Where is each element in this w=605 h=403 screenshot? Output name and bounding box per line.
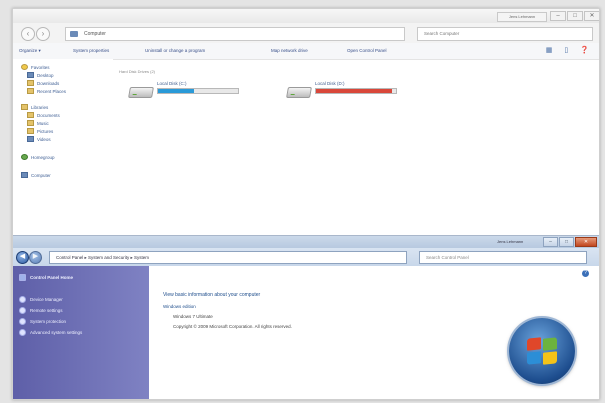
nav-documents[interactable]: Documents bbox=[27, 112, 60, 118]
map-network-drive-button[interactable]: Map network drive bbox=[271, 43, 308, 59]
system-main-panel: ? View basic information about your comp… bbox=[149, 266, 599, 399]
back-button[interactable]: ◀ bbox=[16, 251, 29, 264]
drive-label: Local Disk (D:) bbox=[315, 81, 345, 86]
star-icon bbox=[21, 64, 28, 70]
address-input[interactable]: Computer ↻ bbox=[65, 27, 444, 41]
forward-button[interactable]: › bbox=[36, 27, 50, 41]
system-address-bar: ◀ ▶ Control Panel ▸ System and Security … bbox=[13, 248, 599, 266]
drives-group-header: Hard Disk Drives (2) bbox=[119, 69, 156, 74]
homegroup-icon bbox=[21, 154, 28, 160]
videos-icon bbox=[27, 136, 34, 142]
shield-icon bbox=[19, 318, 26, 325]
control-panel-home-link[interactable]: Control Panel Home bbox=[19, 274, 73, 281]
edition-header: Windows edition bbox=[163, 304, 196, 309]
drive-usage-fill bbox=[158, 89, 194, 93]
shield-icon bbox=[19, 307, 26, 314]
drive-usage-fill bbox=[316, 89, 392, 93]
nav-recent-places[interactable]: Recent Places bbox=[27, 88, 66, 94]
drive-c[interactable]: Local Disk (C:) bbox=[128, 81, 249, 103]
documents-icon bbox=[27, 112, 34, 118]
open-control-panel-button[interactable]: Open Control Panel bbox=[347, 43, 387, 59]
organize-menu[interactable]: Organize ▾ bbox=[19, 43, 41, 59]
user-button[interactable]: Jens Lehmann bbox=[497, 238, 523, 245]
user-button[interactable]: Jens Lehmann bbox=[497, 12, 547, 22]
system-window-titlebar: Jens Lehmann – □ ✕ bbox=[13, 236, 599, 248]
preview-pane-icon[interactable]: ▯ bbox=[564, 46, 568, 54]
shield-icon bbox=[19, 329, 26, 336]
system-window: Jens Lehmann – □ ✕ ◀ ▶ Control Panel ▸ S… bbox=[13, 235, 599, 399]
view-options-icon[interactable]: ▦ bbox=[546, 46, 553, 54]
computer-address-bar: ‹ › Computer ↻ Search Computer bbox=[13, 23, 599, 43]
hard-drive-icon bbox=[286, 87, 312, 98]
close-button[interactable]: ✕ bbox=[575, 237, 597, 247]
device-manager-link[interactable]: Device Manager bbox=[19, 296, 63, 303]
shield-icon bbox=[19, 296, 26, 303]
recent-places-icon bbox=[27, 88, 34, 94]
search-input[interactable]: Search Computer bbox=[417, 27, 593, 41]
music-icon bbox=[27, 120, 34, 126]
hard-drive-icon bbox=[128, 87, 154, 98]
nav-downloads[interactable]: Downloads bbox=[27, 80, 59, 86]
page-heading: View basic information about your comput… bbox=[163, 292, 261, 298]
search-placeholder: Search Control Panel bbox=[426, 255, 469, 260]
desktop-icon bbox=[27, 72, 34, 78]
address-text: Computer bbox=[84, 31, 106, 37]
nav-music[interactable]: Music bbox=[27, 120, 49, 126]
forward-button[interactable]: ▶ bbox=[29, 251, 42, 264]
control-panel-icon bbox=[19, 274, 26, 281]
computer-icon bbox=[21, 172, 28, 178]
screenshot-frame: Jens Lehmann – □ ✕ ‹ › Computer ↻ Search… bbox=[12, 8, 600, 400]
nav-favorites[interactable]: Favorites bbox=[21, 64, 50, 70]
help-icon[interactable]: ❓ bbox=[580, 46, 589, 54]
maximize-button[interactable]: □ bbox=[567, 11, 583, 21]
nav-libraries[interactable]: Libraries bbox=[21, 104, 48, 110]
navigation-pane: Favorites Desktop Downloads Recent Place… bbox=[13, 59, 113, 235]
drive-d[interactable]: Local Disk (D:) bbox=[286, 81, 417, 103]
search-placeholder: Search Computer bbox=[424, 31, 460, 36]
system-properties-button[interactable]: System properties bbox=[73, 43, 109, 59]
help-icon[interactable]: ? bbox=[582, 270, 589, 277]
drive-usage-bar bbox=[157, 88, 239, 94]
search-input[interactable]: Search Control Panel bbox=[419, 251, 587, 264]
back-button[interactable]: ‹ bbox=[21, 27, 35, 41]
address-input[interactable]: Control Panel ▸ System and Security ▸ Sy… bbox=[49, 251, 407, 264]
drive-usage-bar bbox=[315, 88, 397, 94]
edition-name: Windows 7 Ultimate bbox=[173, 314, 213, 319]
libraries-icon bbox=[21, 104, 28, 110]
drive-label: Local Disk (C:) bbox=[157, 81, 187, 86]
system-protection-link[interactable]: System protection bbox=[19, 318, 66, 325]
nav-desktop[interactable]: Desktop bbox=[27, 72, 54, 78]
view-controls: ▦ ▯ ❓ bbox=[546, 46, 589, 54]
minimize-button[interactable]: – bbox=[543, 237, 558, 247]
window-controls: – □ ✕ bbox=[549, 11, 599, 21]
windows-logo bbox=[509, 318, 575, 384]
nav-videos[interactable]: Videos bbox=[27, 136, 51, 142]
address-text: Control Panel ▸ System and Security ▸ Sy… bbox=[56, 255, 150, 260]
downloads-icon bbox=[27, 80, 34, 86]
computer-icon bbox=[70, 31, 78, 37]
advanced-settings-link[interactable]: Advanced system settings bbox=[19, 329, 82, 336]
window-controls: – □ ✕ bbox=[542, 237, 597, 247]
task-sidebar: Control Panel Home Device Manager Remote… bbox=[13, 266, 149, 399]
minimize-button[interactable]: – bbox=[550, 11, 566, 21]
computer-window-titlebar: Jens Lehmann – □ ✕ bbox=[13, 9, 599, 23]
uninstall-program-button[interactable]: Uninstall or change a program bbox=[145, 43, 205, 59]
command-bar: Organize ▾ System properties Uninstall o… bbox=[13, 43, 599, 60]
nav-computer[interactable]: Computer bbox=[21, 172, 51, 178]
nav-pictures[interactable]: Pictures bbox=[27, 128, 53, 134]
nav-homegroup[interactable]: Homegroup bbox=[21, 154, 55, 160]
maximize-button[interactable]: □ bbox=[559, 237, 574, 247]
copyright-text: Copyright © 2009 Microsoft Corporation. … bbox=[173, 324, 292, 329]
remote-settings-link[interactable]: Remote settings bbox=[19, 307, 63, 314]
close-button[interactable]: ✕ bbox=[584, 11, 599, 21]
pictures-icon bbox=[27, 128, 34, 134]
